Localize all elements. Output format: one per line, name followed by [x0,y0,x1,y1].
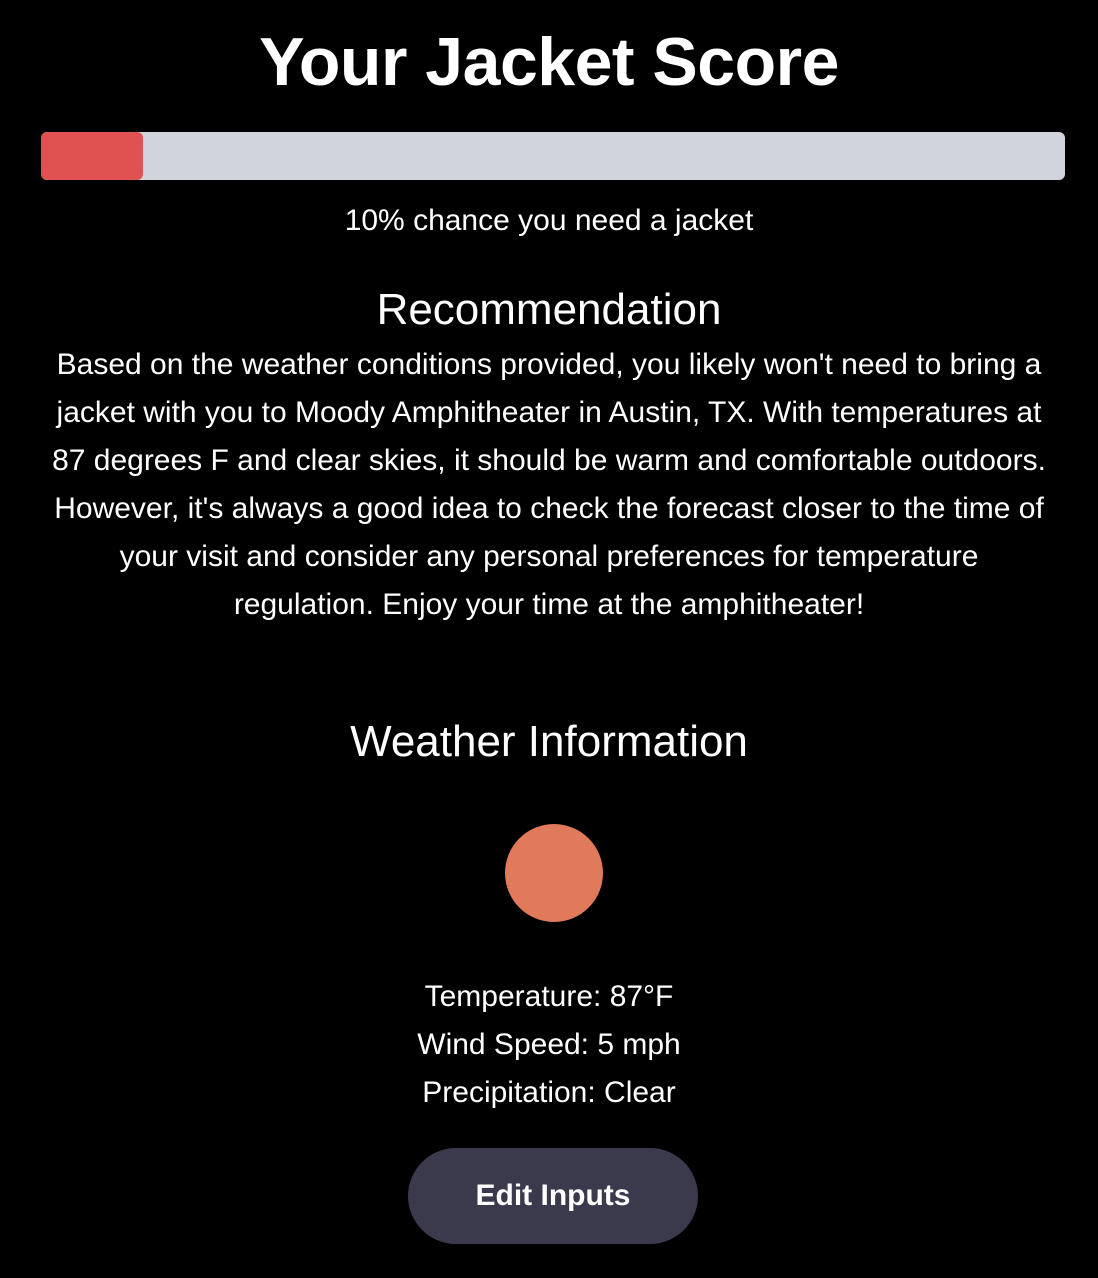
page-title: Your Jacket Score [259,24,839,100]
jacket-score-bar [41,132,1065,180]
wind-speed-value: Wind Speed: 5 mph [417,1028,681,1061]
recommendation-heading: Recommendation [376,285,722,334]
sun-icon [505,824,603,922]
edit-inputs-button[interactable]: Edit Inputs [408,1148,698,1244]
weather-heading: Weather Information [350,717,748,766]
temperature-value: Temperature: 87°F [424,980,674,1013]
weather-details: Temperature: 87°F Wind Speed: 5 mph Prec… [0,973,1098,1117]
jacket-score-bar-fill [41,132,144,180]
jacket-score-caption: 10% chance you need a jacket [344,204,754,237]
recommendation-text: Based on the weather conditions provided… [52,348,1046,621]
precipitation-value: Precipitation: Clear [422,1076,676,1109]
